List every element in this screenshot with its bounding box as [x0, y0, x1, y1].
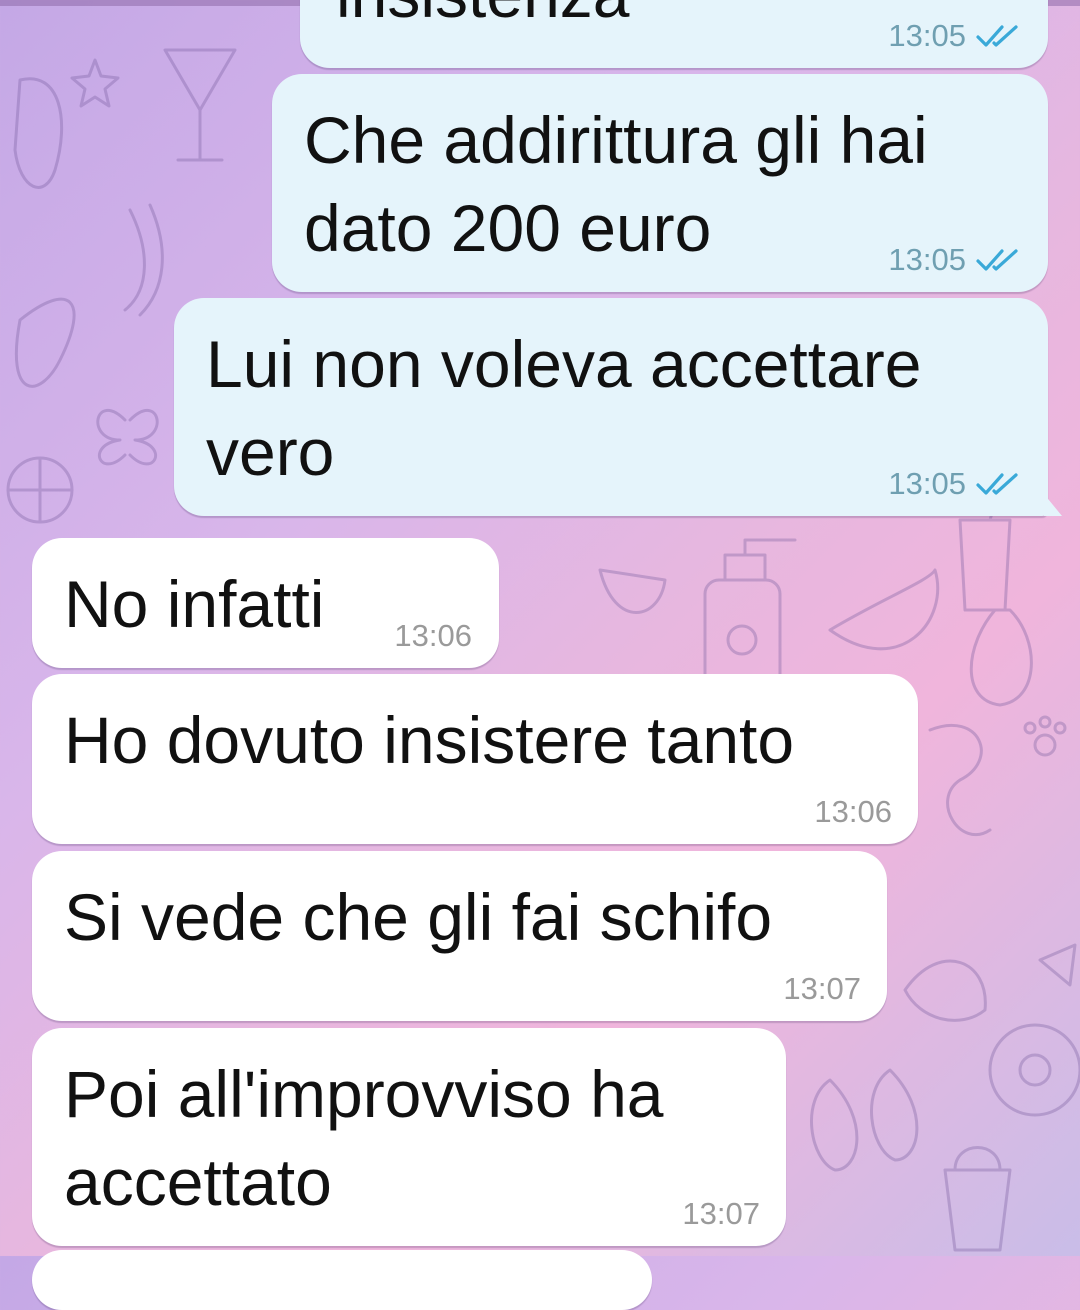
message-time: 13:07: [783, 971, 861, 1006]
message-text: Poi all'improvviso ha accettato: [64, 1057, 664, 1219]
message-meta: 13:06: [814, 794, 892, 830]
message-time: 13:05: [888, 18, 966, 53]
message-time: 13:06: [394, 618, 472, 653]
message-text: Che addirittura gli hai dato 200 euro: [304, 103, 928, 265]
message-meta: 13:07: [783, 971, 861, 1007]
incoming-message-partial[interactable]: [32, 1250, 652, 1310]
incoming-message[interactable]: Poi all'improvviso ha accettato 13:07: [32, 1028, 786, 1246]
double-check-icon: [976, 473, 1018, 495]
message-text: Ho dovuto insistere tanto: [64, 703, 795, 777]
message-text: No infatti: [64, 567, 325, 641]
chat-message-list[interactable]: insistenza 13:05 Che addirittura gli hai…: [0, 0, 1080, 1310]
incoming-message[interactable]: Ho dovuto insistere tanto 13:06: [32, 674, 918, 844]
double-check-icon: [976, 25, 1018, 47]
message-text: Si vede che gli fai schifo: [64, 880, 773, 954]
message-text: insistenza: [336, 0, 630, 38]
message-time: 13:05: [888, 242, 966, 277]
message-meta: 13:07: [682, 1196, 760, 1232]
outgoing-message[interactable]: Lui non voleva accettare vero 13:05: [174, 298, 1062, 516]
double-check-icon: [976, 249, 1018, 271]
message-meta: 13:05: [888, 18, 1022, 54]
incoming-message[interactable]: No infatti 13:06: [32, 538, 499, 668]
message-time: 13:06: [814, 794, 892, 829]
incoming-message[interactable]: Si vede che gli fai schifo 13:07: [32, 851, 887, 1021]
message-time: 13:07: [682, 1196, 760, 1231]
message-time: 13:05: [888, 466, 966, 501]
message-meta: 13:06: [394, 618, 472, 654]
outgoing-message[interactable]: insistenza 13:05: [300, 0, 1048, 68]
bubble-tail: [1044, 494, 1062, 516]
message-text: Lui non voleva accettare vero: [206, 327, 922, 489]
message-meta: 13:05: [888, 466, 1022, 502]
message-meta: 13:05: [888, 242, 1022, 278]
outgoing-message[interactable]: Che addirittura gli hai dato 200 euro 13…: [272, 74, 1048, 292]
